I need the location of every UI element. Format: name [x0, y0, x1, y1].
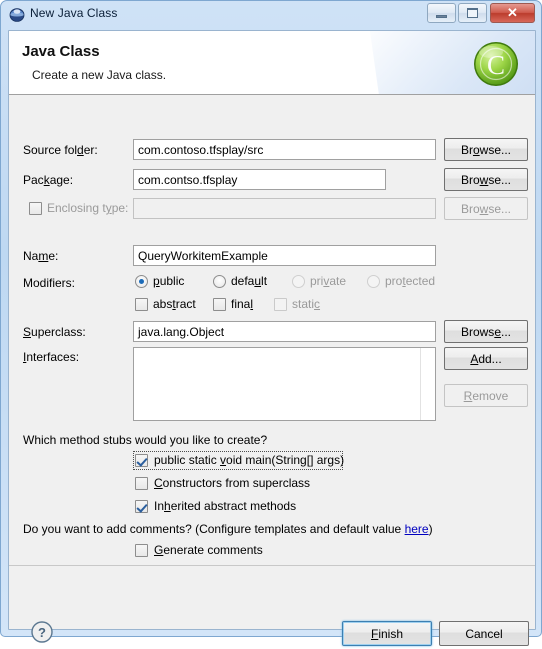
title-bar[interactable]: New Java Class ✕ — [1, 1, 542, 30]
modifier-radio-default[interactable] — [213, 275, 226, 288]
configure-templates-link[interactable]: here — [405, 522, 429, 536]
stub-label-inherited: Inherited abstract methods — [154, 499, 297, 513]
modifier-label-public: public — [153, 274, 185, 288]
method-stubs-question: Which method stubs would you like to cre… — [23, 433, 268, 447]
comments-question-suffix: ) — [428, 522, 433, 536]
cancel-button[interactable]: Cancel — [439, 621, 529, 646]
interfaces-remove-button: Remove — [444, 384, 528, 407]
generate-comments-label: Generate comments — [154, 543, 263, 557]
modifier-checkbox-abstract[interactable] — [135, 298, 148, 311]
modifier-checkbox-static — [274, 298, 287, 311]
modifier-label-protected: protected — [385, 274, 436, 288]
modifier-label-private: private — [310, 274, 347, 288]
source-folder-input[interactable]: com.contoso.tfsplay/src — [133, 139, 436, 160]
modifier-radio-public[interactable] — [135, 275, 148, 288]
window-title: New Java Class — [30, 6, 118, 20]
stub-label-constructors: Constructors from superclass — [154, 476, 311, 490]
help-question-icon[interactable]: ? — [30, 620, 54, 644]
interfaces-add-button[interactable]: Add... — [444, 347, 528, 370]
modifier-label-final: final — [231, 297, 254, 311]
enclosing-type-browse-button: Browse... — [444, 197, 528, 220]
stub-checkbox-constructors[interactable] — [135, 477, 148, 490]
close-button[interactable]: ✕ — [490, 3, 535, 23]
close-icon: ✕ — [507, 5, 518, 20]
green-class-badge-icon: C — [471, 39, 521, 89]
dialog-button-bar — [9, 565, 535, 629]
modifier-radio-private — [292, 275, 305, 288]
modifier-checkbox-final[interactable] — [213, 298, 226, 311]
dialog-header: Java Class Create a new Java class. C — [9, 31, 535, 95]
svg-text:?: ? — [38, 625, 46, 640]
minimize-icon — [428, 4, 455, 22]
interfaces-list[interactable] — [133, 347, 436, 421]
modifier-radio-protected — [367, 275, 380, 288]
name-input[interactable]: QueryWorkitemExample — [133, 245, 436, 266]
source-folder-label: Source folder: — [23, 143, 98, 157]
dialog-window: New Java Class ✕ Java Class Create a new… — [0, 0, 542, 646]
package-input[interactable]: com.contso.tfsplay — [133, 169, 386, 190]
superclass-input[interactable]: java.lang.Object — [133, 321, 436, 342]
maximize-button[interactable] — [458, 3, 487, 23]
modifier-label-abstract: abstract — [153, 297, 196, 311]
enclosing-type-checkbox[interactable] — [29, 202, 42, 215]
name-label: Name: — [23, 249, 59, 263]
modifiers-label: Modifiers: — [23, 276, 76, 290]
superclass-browse-button[interactable]: Browse... — [444, 320, 528, 343]
package-browse-button[interactable]: Browse... — [444, 168, 528, 191]
page-subtitle: Create a new Java class. — [32, 68, 167, 82]
dialog-body: Java Class Create a new Java class. C So… — [8, 30, 536, 646]
interfaces-list-scrollbar[interactable] — [420, 348, 435, 420]
java-coffee-planet-icon — [9, 7, 25, 23]
enclosing-type-label: Enclosing type: — [47, 201, 129, 215]
modifier-label-default: default — [231, 274, 268, 288]
generate-comments-checkbox[interactable] — [135, 544, 148, 557]
modifier-label-static: static — [292, 297, 321, 311]
comments-question: Do you want to add comments? (Configure … — [23, 522, 433, 536]
minimize-button[interactable] — [427, 3, 456, 23]
package-label: Package: — [23, 173, 74, 187]
comments-question-prefix: Do you want to add comments? (Configure … — [23, 522, 405, 536]
interfaces-label: Interfaces: — [23, 350, 80, 364]
stub-label-main: public static void main(String[] args) — [154, 453, 345, 467]
page-title: Java Class — [22, 43, 100, 60]
superclass-label: Superclass: — [23, 325, 86, 339]
stub-checkbox-inherited[interactable] — [135, 500, 148, 513]
enclosing-type-input — [133, 198, 436, 219]
dialog-content: Source folder: com.contoso.tfsplay/src B… — [9, 96, 535, 565]
finish-button[interactable]: Finish — [342, 621, 432, 646]
source-folder-browse-button[interactable]: Browse... — [444, 138, 528, 161]
maximize-icon — [459, 4, 486, 22]
